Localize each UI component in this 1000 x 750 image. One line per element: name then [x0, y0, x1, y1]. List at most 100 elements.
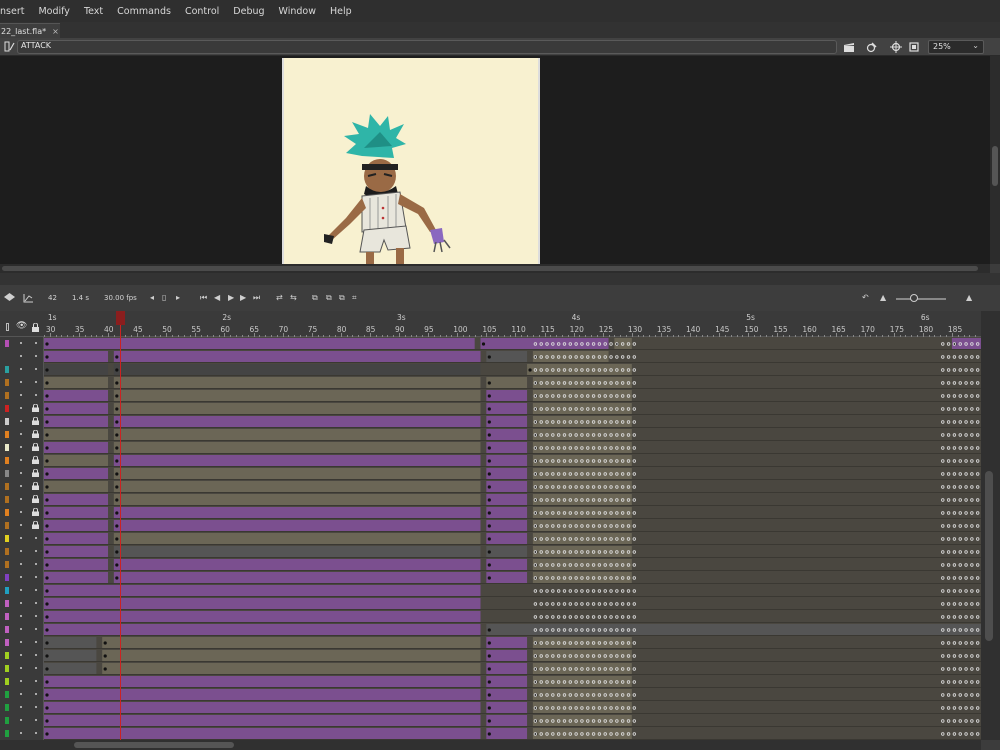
playhead[interactable]	[119, 311, 121, 740]
lock-dot[interactable]	[35, 342, 37, 344]
center-stage-icon[interactable]	[890, 41, 902, 53]
menu-debug[interactable]: Debug	[226, 6, 271, 17]
visibility-dot[interactable]	[20, 576, 22, 578]
clapper-icon[interactable]	[843, 41, 855, 53]
layer-row[interactable]	[0, 480, 44, 493]
onion-skin-icon[interactable]: ▯	[162, 293, 166, 303]
lock-dot[interactable]	[35, 680, 37, 682]
layer-row[interactable]	[0, 597, 44, 610]
panel-divider[interactable]	[0, 273, 1000, 285]
layer-color-swatch[interactable]	[5, 678, 9, 685]
layer-row[interactable]	[0, 493, 44, 506]
layer-row[interactable]	[0, 662, 44, 675]
layer-row[interactable]	[0, 558, 44, 571]
lock-dot[interactable]	[35, 667, 37, 669]
layer-color-swatch[interactable]	[5, 730, 9, 737]
layer-color-swatch[interactable]	[5, 444, 9, 451]
layer-color-swatch[interactable]	[5, 392, 9, 399]
layer-row[interactable]	[0, 623, 44, 636]
zoom-select[interactable]: 25% ⌄	[928, 40, 984, 54]
lock-icon[interactable]	[32, 443, 39, 451]
lock-icon[interactable]	[32, 404, 39, 412]
layer-color-swatch[interactable]	[5, 470, 9, 477]
lock-dot[interactable]	[35, 576, 37, 578]
layer-color-swatch[interactable]	[5, 665, 9, 672]
layer-color-swatch[interactable]	[5, 535, 9, 542]
frame-ruler[interactable]: 30 35 40 45 50 55 60 65 70 75 80 85 90 95 100 105 110 115…	[44, 311, 981, 337]
visibility-dot[interactable]	[20, 563, 22, 565]
edit-multiple-frames-icon[interactable]: ⧉	[339, 293, 345, 303]
visibility-dot[interactable]	[20, 667, 22, 669]
visibility-dot[interactable]	[20, 446, 22, 448]
timeline-zoom-slider[interactable]	[896, 298, 946, 300]
layer-row[interactable]	[0, 649, 44, 662]
lock-icon[interactable]	[32, 521, 39, 529]
lock-dot[interactable]	[35, 394, 37, 396]
layer-row[interactable]	[0, 701, 44, 714]
layer-row[interactable]	[0, 532, 44, 545]
visibility-dot[interactable]	[20, 693, 22, 695]
visibility-dot[interactable]	[20, 420, 22, 422]
menu-modify[interactable]: Modify	[31, 6, 76, 17]
lock-dot[interactable]	[35, 355, 37, 357]
center-frame-icon[interactable]: ⇆	[290, 293, 297, 303]
layer-color-swatch[interactable]	[5, 353, 9, 360]
eye-icon[interactable]: 👁	[16, 321, 27, 331]
onion-outline-icon[interactable]: ⧉	[326, 293, 332, 303]
layer-row[interactable]	[0, 506, 44, 519]
stage-horizontal-scrollbar[interactable]	[0, 264, 990, 273]
lock-dot[interactable]	[35, 706, 37, 708]
lock-icon[interactable]	[32, 508, 39, 516]
visibility-dot[interactable]	[20, 472, 22, 474]
layer-row[interactable]	[0, 467, 44, 480]
lock-icon[interactable]	[32, 495, 39, 503]
zoom-out-icon[interactable]: ▲	[880, 293, 886, 303]
lock-icon[interactable]	[32, 417, 39, 425]
layer-row[interactable]	[0, 675, 44, 688]
visibility-dot[interactable]	[20, 706, 22, 708]
visibility-dot[interactable]	[20, 550, 22, 552]
menu-text[interactable]: Text	[77, 6, 110, 17]
lock-dot[interactable]	[35, 732, 37, 734]
frame-rate[interactable]: 30.00 fps	[104, 294, 137, 302]
visibility-dot[interactable]	[20, 524, 22, 526]
graph-icon[interactable]	[23, 293, 34, 303]
layer-row[interactable]	[0, 571, 44, 584]
lock-dot[interactable]	[35, 602, 37, 604]
visibility-dot[interactable]	[20, 368, 22, 370]
lock-dot[interactable]	[35, 368, 37, 370]
layer-color-swatch[interactable]	[5, 587, 9, 594]
layer-row[interactable]	[0, 454, 44, 467]
next-frame-icon[interactable]: ▶	[240, 293, 246, 303]
outline-icon[interactable]	[6, 323, 9, 331]
lock-dot[interactable]	[35, 719, 37, 721]
zoom-in-icon[interactable]: ▲	[966, 293, 972, 303]
menu-window[interactable]: Window	[272, 6, 323, 17]
visibility-dot[interactable]	[20, 615, 22, 617]
scroll-thumb[interactable]	[985, 471, 993, 641]
loop-icon[interactable]: ⇄	[276, 293, 283, 303]
current-frame[interactable]: 42	[48, 294, 57, 302]
layer-row[interactable]	[0, 402, 44, 415]
lock-dot[interactable]	[35, 550, 37, 552]
visibility-dot[interactable]	[20, 381, 22, 383]
layer-color-swatch[interactable]	[5, 379, 9, 386]
lock-dot[interactable]	[35, 381, 37, 383]
layer-color-swatch[interactable]	[5, 418, 9, 425]
slider-knob[interactable]	[910, 294, 918, 302]
layer-color-swatch[interactable]	[5, 561, 9, 568]
layer-row[interactable]	[0, 441, 44, 454]
frame-grid[interactable]	[44, 337, 981, 740]
layer-row[interactable]	[0, 350, 44, 363]
visibility-dot[interactable]	[20, 602, 22, 604]
lock-dot[interactable]	[35, 589, 37, 591]
layer-row[interactable]	[0, 688, 44, 701]
layer-color-swatch[interactable]	[5, 366, 9, 373]
playhead-handle[interactable]	[115, 311, 125, 325]
layer-color-swatch[interactable]	[5, 613, 9, 620]
layer-row[interactable]	[0, 545, 44, 558]
layer-color-swatch[interactable]	[5, 522, 9, 529]
layer-row[interactable]	[0, 337, 44, 350]
layer-color-swatch[interactable]	[5, 431, 9, 438]
step-back-icon[interactable]: ◂	[150, 293, 154, 303]
